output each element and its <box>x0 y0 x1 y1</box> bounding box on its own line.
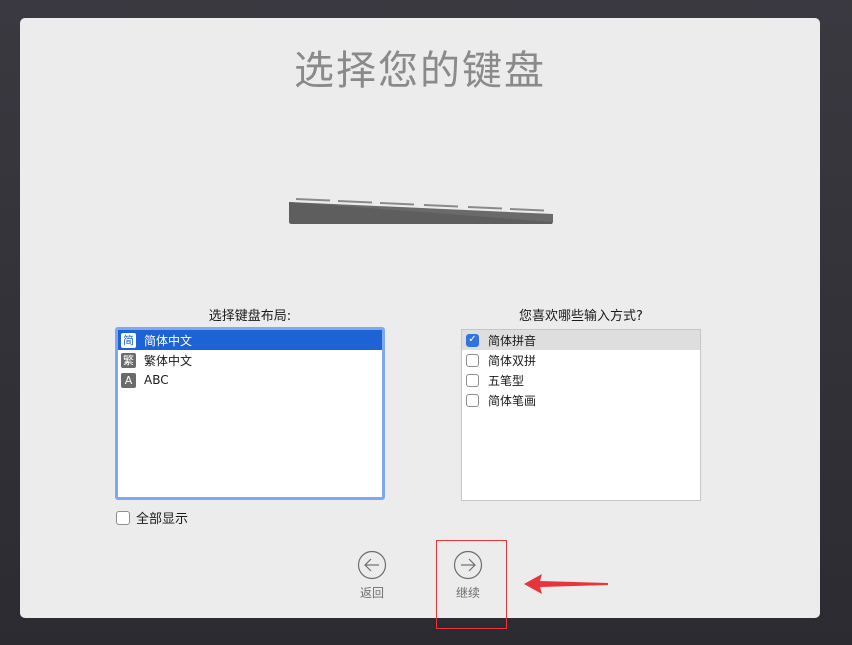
annotation-arrow-icon <box>524 574 608 594</box>
checkbox[interactable] <box>466 353 479 367</box>
layout-item-label: 简体中文 <box>144 333 193 348</box>
show-all-label: 全部显示 <box>136 512 189 527</box>
input-methods-label: 您喜欢哪些输入方式? <box>519 309 643 324</box>
layout-item-label: ABC <box>144 373 169 387</box>
layout-item-label: 繁体中文 <box>144 353 193 368</box>
checkbox[interactable] <box>116 510 130 525</box>
input-method-label: 简体笔画 <box>488 393 537 408</box>
input-method-label: 五笔型 <box>488 373 525 388</box>
keyboard-layout-list[interactable]: 简 简体中文 繁 繁体中文 A ABC <box>115 327 385 500</box>
back-label: 返回 <box>359 586 384 600</box>
arrow-left-circle-icon <box>357 550 387 580</box>
abc-badge-icon: A <box>121 372 136 388</box>
traditional-badge-icon: 繁 <box>121 352 136 368</box>
setup-assistant-window: 选择您的键盘 选择键盘布局: 简 简体中文 繁 繁体中文 A ABC 您喜欢哪些… <box>20 18 820 618</box>
input-methods-list[interactable]: ✓ 简体拼音 简体双拼 五笔型 简体笔画 <box>461 329 701 501</box>
annotation-highlight-box <box>436 540 507 629</box>
show-all-checkbox[interactable]: 全部显示 <box>116 508 188 527</box>
layout-item-abc[interactable]: A ABC <box>118 370 382 390</box>
keyboard-illustration <box>289 198 553 224</box>
simplified-badge-icon: 简 <box>121 332 136 348</box>
layout-item-traditional-chinese[interactable]: 繁 繁体中文 <box>118 350 382 370</box>
input-method-label: 简体双拼 <box>488 353 537 368</box>
layout-item-simplified-chinese[interactable]: 简 简体中文 <box>118 330 382 350</box>
checkbox[interactable] <box>466 393 479 407</box>
checkbox[interactable] <box>466 373 479 387</box>
input-method-stroke[interactable]: 简体笔画 <box>462 390 700 410</box>
input-method-pinyin[interactable]: ✓ 简体拼音 <box>462 330 700 350</box>
page-title: 选择您的键盘 <box>294 48 546 94</box>
checkmark-icon[interactable]: ✓ <box>466 333 479 347</box>
input-method-wubi[interactable]: 五笔型 <box>462 370 700 390</box>
layout-list-label: 选择键盘布局: <box>208 309 292 324</box>
input-method-label: 简体拼音 <box>488 333 537 348</box>
input-method-shuangpin[interactable]: 简体双拼 <box>462 350 700 370</box>
back-button[interactable]: 返回 <box>342 550 402 601</box>
